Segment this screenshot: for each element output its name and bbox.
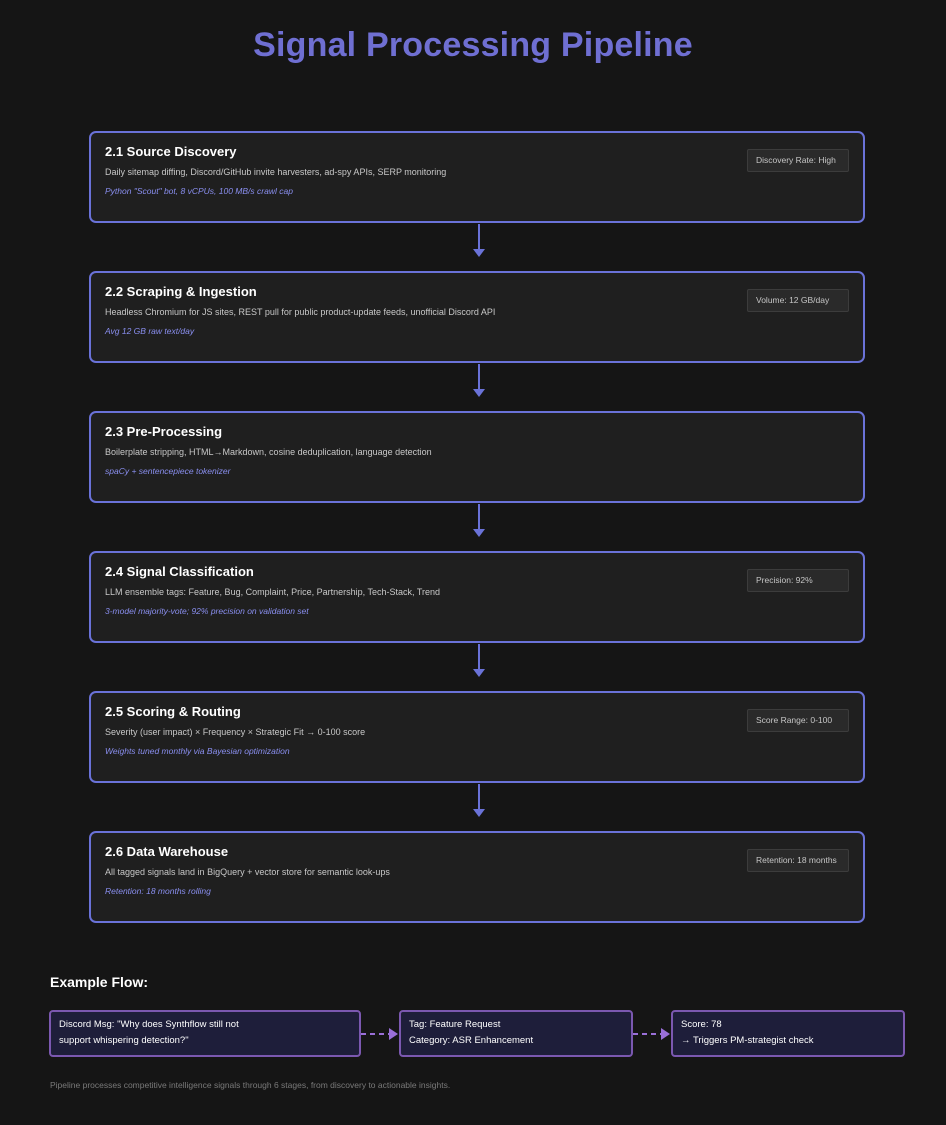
footer-caption: Pipeline processes competitive intellige… — [50, 1080, 451, 1090]
stage-metric-badge: Precision: 92% — [747, 569, 849, 592]
stage-note: Weights tuned monthly via Bayesian optim… — [105, 746, 290, 756]
flow-step-line: Tag: Feature Request — [409, 1019, 501, 1030]
stage-signal-classification: 2.4 Signal Classification LLM ensemble t… — [89, 551, 865, 643]
stage-note: spaCy + sentencepiece tokenizer — [105, 466, 231, 476]
down-arrow-connector — [473, 784, 485, 817]
flow-step-line: support whispering detection?" — [59, 1035, 189, 1046]
stage-metric-badge: Volume: 12 GB/day — [747, 289, 849, 312]
down-arrow-connector — [473, 224, 485, 257]
example-flow-heading: Example Flow: — [50, 974, 149, 990]
dashed-arrow-connector — [361, 1028, 398, 1040]
stage-metric-badge: Discovery Rate: High — [747, 149, 849, 172]
down-arrow-connector — [473, 364, 485, 397]
stage-description: Daily sitemap diffing, Discord/GitHub in… — [105, 167, 447, 177]
stage-metric-badge: Retention: 18 months — [747, 849, 849, 872]
stage-description: Boilerplate stripping, HTML→Markdown, co… — [105, 447, 432, 457]
example-step-score: Score: 78 → Triggers PM-strategist check — [671, 1010, 905, 1057]
stage-title: 2.1 Source Discovery — [105, 144, 237, 159]
flow-step-line: → Triggers PM-strategist check — [681, 1035, 814, 1046]
stage-title: 2.2 Scraping & Ingestion — [105, 284, 257, 299]
stage-note: Retention: 18 months rolling — [105, 886, 211, 896]
stage-scraping-ingestion: 2.2 Scraping & Ingestion Headless Chromi… — [89, 271, 865, 363]
flow-step-line: Discord Msg: "Why does Synthflow still n… — [59, 1019, 239, 1030]
down-arrow-connector — [473, 644, 485, 677]
page-title: Signal Processing Pipeline — [253, 26, 693, 64]
flow-step-line: Category: ASR Enhancement — [409, 1035, 534, 1046]
stage-source-discovery: 2.1 Source Discovery Daily sitemap diffi… — [89, 131, 865, 223]
stage-scoring-routing: 2.5 Scoring & Routing Severity (user imp… — [89, 691, 865, 783]
dashed-arrow-connector — [633, 1028, 670, 1040]
stage-description: LLM ensemble tags: Feature, Bug, Complai… — [105, 587, 440, 597]
stage-note: Avg 12 GB raw text/day — [105, 326, 195, 336]
stage-note: Python "Scout" bot, 8 vCPUs, 100 MB/s cr… — [105, 186, 293, 196]
example-step-discord-message: Discord Msg: "Why does Synthflow still n… — [49, 1010, 361, 1057]
stage-metric-badge: Score Range: 0-100 — [747, 709, 849, 732]
stage-title: 2.5 Scoring & Routing — [105, 704, 241, 719]
flow-step-line: Score: 78 — [681, 1019, 722, 1030]
stage-description: Severity (user impact) × Frequency × Str… — [105, 727, 366, 737]
down-arrow-connector — [473, 504, 485, 537]
example-step-tag: Tag: Feature Request Category: ASR Enhan… — [399, 1010, 633, 1057]
stage-description: All tagged signals land in BigQuery + ve… — [105, 867, 390, 877]
stage-pre-processing: 2.3 Pre-Processing Boilerplate stripping… — [89, 411, 865, 503]
stage-title: 2.6 Data Warehouse — [105, 844, 229, 859]
stage-description: Headless Chromium for JS sites, REST pul… — [105, 307, 496, 317]
stage-title: 2.3 Pre-Processing — [105, 424, 223, 439]
stage-title: 2.4 Signal Classification — [105, 564, 254, 579]
stage-data-warehouse: 2.6 Data Warehouse All tagged signals la… — [89, 831, 865, 923]
stage-note: 3-model majority-vote; 92% precision on … — [105, 606, 309, 616]
